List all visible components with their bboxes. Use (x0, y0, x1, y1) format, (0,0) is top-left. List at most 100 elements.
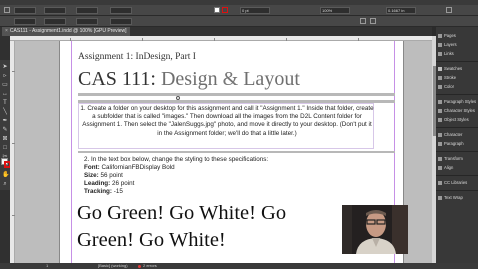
hand-tool-icon[interactable]: ✋ (2, 172, 9, 178)
page-number[interactable]: 1 (46, 263, 48, 269)
size-value: 56 point (98, 172, 123, 179)
pen-tool-icon[interactable]: ✒ (2, 118, 8, 124)
panel-cc-libraries[interactable]: CC Libraries (436, 178, 478, 187)
panel-cc-libraries-label: CC Libraries (444, 180, 468, 185)
pencil-tool-icon[interactable]: ✎ (2, 127, 8, 133)
links-icon (438, 51, 442, 56)
preflight-errors[interactable]: 2 errors (143, 263, 157, 269)
control-panel-row-1: 0 pt 100% 0.1667 in (0, 5, 478, 16)
page-title[interactable]: CAS 111: Design & Layout (78, 68, 300, 91)
page-tool-icon[interactable]: ▭ (2, 82, 8, 88)
fx-icon[interactable] (446, 7, 452, 13)
selection-tool-icon[interactable]: ➤ (2, 64, 8, 70)
tracking-value: -15 (112, 188, 123, 195)
panel-pages-label: Pages (444, 33, 456, 38)
panel-object-styles[interactable]: Object Styles (436, 115, 478, 124)
paragraph-icon (438, 141, 442, 146)
rectangle-tool-icon[interactable]: □ (2, 145, 8, 151)
leading-value: 26 point (110, 180, 135, 187)
width-field[interactable] (44, 7, 66, 14)
leading-spec: Leading: 26 point (84, 180, 268, 188)
presenter-webcam-video (342, 205, 408, 254)
line-tool-icon[interactable]: ╲ (2, 109, 8, 115)
height-field[interactable] (44, 18, 66, 25)
scale-field[interactable] (76, 7, 98, 14)
panel-divider (436, 190, 478, 191)
opacity-value: 100% (322, 8, 333, 13)
status-bar: 1 [Basic] (working) 2 errors (0, 263, 478, 269)
tools-panel: ➤ ▹ ▭ ↔ T ╲ ✒ ✎ ⊠ □ ✂ ⤡ ✋ ⌕ (0, 60, 10, 190)
frame-fitting-icon[interactable] (360, 18, 366, 24)
preflight-error-icon (138, 264, 141, 268)
panel-paragraph-label: Paragraph (444, 141, 464, 146)
headline-line-1[interactable]: Go Green! Go White! Go (77, 202, 286, 225)
title-rule-top (78, 93, 395, 96)
scale-y-field[interactable] (76, 18, 98, 25)
panel-paragraph-styles-label: Paragraph Styles (444, 99, 477, 104)
font-value: CalifornianFBDisplay Bold (99, 164, 175, 171)
panel-transform[interactable]: Transform (436, 154, 478, 163)
character-icon (438, 132, 442, 137)
stroke-weight-field[interactable]: 0 pt (240, 7, 270, 14)
panel-layers-label: Layers (444, 42, 457, 47)
panel-layers[interactable]: Layers (436, 40, 478, 49)
panel-align-label: Align (444, 165, 454, 170)
layers-icon (438, 42, 442, 47)
panel-stroke-label: Stroke (444, 75, 457, 80)
panel-swatches[interactable]: Swatches (436, 64, 478, 73)
gap-tool-icon[interactable]: ↔ (2, 91, 8, 97)
assignment-subtitle[interactable]: Assignment 1: InDesign, Part I (78, 52, 196, 62)
size-spec: Size: 56 point (84, 172, 268, 180)
type-tool-icon[interactable]: T (2, 100, 8, 106)
y-position-field[interactable] (14, 18, 36, 25)
title-ampersand: & (222, 68, 239, 90)
direct-selection-tool-icon[interactable]: ▹ (2, 73, 8, 79)
styling-specifications[interactable]: 2. In the text box below, change the sty… (84, 156, 268, 196)
stroke-icon (438, 75, 442, 80)
object-styles-icon (438, 117, 442, 122)
instructions-paragraph: 1. Create a folder on your desktop for t… (80, 105, 374, 137)
panel-divider (436, 127, 478, 128)
document-tab[interactable]: × CAS111 - Assignment1.indd @ 100% [GPU P… (2, 27, 130, 36)
fill-swatch-icon[interactable] (214, 7, 220, 13)
opacity-field[interactable]: 100% (320, 7, 350, 14)
close-tab-icon[interactable]: × (5, 28, 8, 34)
paragraph-styles-icon (438, 99, 442, 104)
title-prefix: CAS 111: (78, 68, 161, 90)
stroke-swatch-icon[interactable] (222, 7, 228, 13)
preflight-profile[interactable]: [Basic] (working) (98, 263, 128, 269)
zoom-tool-icon[interactable]: ⌕ (2, 181, 8, 187)
transform-icon (438, 156, 442, 161)
panel-text-wrap[interactable]: Text Wrap (436, 193, 478, 202)
headline-line-2[interactable]: Green! Go White! (77, 229, 226, 252)
corner-options-icon[interactable] (370, 18, 376, 24)
swatches-icon (438, 66, 442, 71)
panel-character-styles[interactable]: Character Styles (436, 106, 478, 115)
text-wrap-icon (438, 195, 442, 200)
rotation-field[interactable] (110, 7, 132, 14)
panel-pages[interactable]: Pages (436, 31, 478, 40)
panel-character[interactable]: Character (436, 130, 478, 139)
panel-paragraph[interactable]: Paragraph (436, 139, 478, 148)
panel-paragraph-styles[interactable]: Paragraph Styles (436, 97, 478, 106)
title-end: Layout (238, 68, 300, 90)
panel-stroke[interactable]: Stroke (436, 73, 478, 82)
panel-links[interactable]: Links (436, 49, 478, 58)
tracking-spec: Tracking: -15 (84, 188, 268, 196)
panel-links-label: Links (444, 51, 454, 56)
section-rule (78, 151, 395, 153)
panels-dock: Pages Layers Links Swatches Stroke Color… (436, 27, 478, 263)
panel-object-styles-label: Object Styles (444, 117, 469, 122)
rectangle-frame-tool-icon[interactable]: ⊠ (2, 136, 8, 142)
panel-divider (436, 175, 478, 176)
document-tab-bar: × CAS111 - Assignment1.indd @ 100% [GPU P… (0, 27, 432, 36)
selection-reference-icon[interactable] (4, 7, 10, 13)
character-styles-icon (438, 108, 442, 113)
panel-divider (436, 61, 478, 62)
panel-color[interactable]: Color (436, 82, 478, 91)
shear-field[interactable] (110, 18, 132, 25)
tracking-label: Tracking: (84, 188, 112, 195)
x-position-field[interactable] (14, 7, 36, 14)
panel-align[interactable]: Align (436, 163, 478, 172)
stroke-offset-field[interactable]: 0.1667 in (386, 7, 416, 14)
